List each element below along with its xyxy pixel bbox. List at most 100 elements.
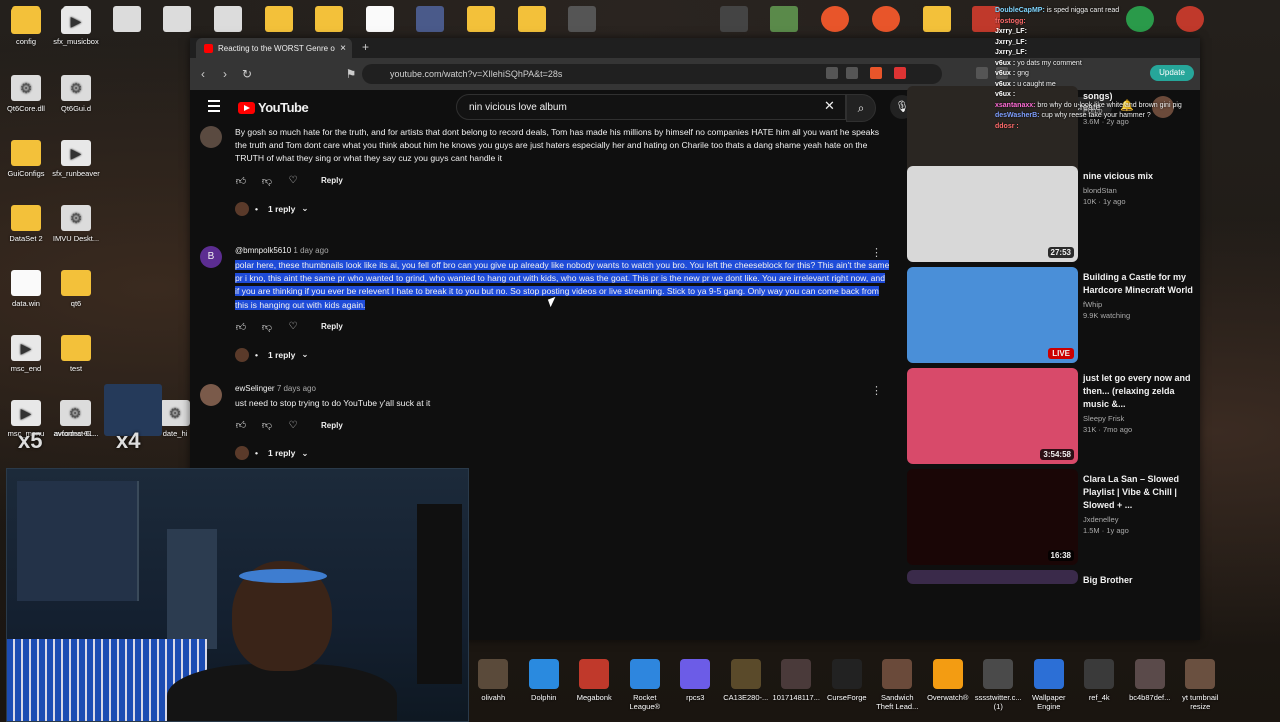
rewards-icon[interactable] xyxy=(894,67,906,79)
video-title[interactable]: nine vicious mix xyxy=(1083,170,1193,183)
view-replies-button[interactable]: • 1 reply ⌄ xyxy=(235,446,890,461)
video-title[interactable]: just let go every now and then... (relax… xyxy=(1083,372,1193,411)
desktop-icon[interactable]: config xyxy=(1,8,51,46)
back-icon[interactable]: ‹ xyxy=(192,67,214,81)
desktop-icon[interactable]: ▶ sfx_musicbox xyxy=(51,8,101,46)
desktop-icon[interactable]: data.win xyxy=(1,270,51,308)
channel-name[interactable]: fWhip xyxy=(1083,300,1193,309)
close-tab-icon[interactable]: × xyxy=(340,43,346,54)
avatar[interactable] xyxy=(200,384,222,406)
menu-icon[interactable] xyxy=(208,100,220,115)
desktop-app-shortcut[interactable]: sssstwitter.c... (1) xyxy=(973,656,1024,720)
desktop-app-shortcut[interactable]: Sandwich Theft Lead... xyxy=(872,656,923,720)
dll-icon[interactable] xyxy=(214,6,242,32)
dislike-icon[interactable]: 👎︎ xyxy=(261,419,273,431)
video-title[interactable]: Clara La San – Slowed Playlist | Vibe & … xyxy=(1083,473,1193,512)
folder-icon[interactable] xyxy=(923,6,951,32)
brave-shield-icon[interactable] xyxy=(870,67,882,79)
dislike-icon[interactable]: 👎︎ xyxy=(261,321,273,333)
youtube-logo[interactable]: YouTube xyxy=(238,100,309,115)
search-button[interactable]: ⌕ xyxy=(846,94,876,122)
desktop-icon[interactable]: GuiConfigs xyxy=(1,140,51,178)
desktop-icon[interactable]: ⚙ IMVU Deskt... xyxy=(51,205,101,243)
more-options-icon[interactable]: ⋮ xyxy=(871,384,882,397)
reply-button[interactable]: Reply xyxy=(321,322,343,331)
video-card[interactable]: 27:53 nine vicious mix blondStan 10K · 1y a… xyxy=(907,166,1197,267)
heart-icon[interactable]: ♡ xyxy=(287,175,299,186)
new-tab-icon[interactable]: + xyxy=(362,40,369,54)
channel-name[interactable]: blondStan xyxy=(1083,186,1193,195)
bookmark-icon[interactable]: ⚑ xyxy=(340,67,362,81)
reply-button[interactable]: Reply xyxy=(321,176,343,185)
desktop-icon[interactable]: DataSet 2 xyxy=(1,205,51,243)
channel-name[interactable]: Jxdenelley xyxy=(1083,515,1193,524)
browser-tab[interactable]: Reacting to the WORST Genre o × xyxy=(196,38,352,58)
video-title[interactable]: Big Brother xyxy=(1083,574,1193,587)
video-thumbnail[interactable]: 16:38 xyxy=(907,469,1078,565)
video-card[interactable]: LIVE Building a Castle for my Hardcore Mi… xyxy=(907,267,1197,368)
desktop-app-shortcut[interactable]: yt tumbnail resize xyxy=(1175,656,1226,720)
like-icon[interactable]: 👍︎ xyxy=(235,321,247,333)
brave-icon[interactable] xyxy=(821,6,849,32)
channel-name[interactable]: Sleepy Frisk xyxy=(1083,414,1193,423)
avatar[interactable] xyxy=(200,126,222,148)
desktop-app-shortcut[interactable]: Dolphin xyxy=(519,656,570,720)
dll-icon[interactable] xyxy=(163,6,191,32)
view-replies-button[interactable]: • 1 reply ⌄ xyxy=(235,347,890,362)
extension-icon[interactable] xyxy=(976,67,988,79)
desktop-app-shortcut[interactable]: Overwatch® xyxy=(923,656,974,720)
clear-search-icon[interactable]: ✕ xyxy=(824,98,835,114)
video-thumbnail[interactable]: LIVE xyxy=(907,267,1078,363)
share-icon[interactable] xyxy=(846,67,858,79)
desktop-app-shortcut[interactable]: CurseForge xyxy=(822,656,873,720)
game-icon[interactable] xyxy=(416,6,444,32)
frog-icon[interactable] xyxy=(770,6,798,32)
desktop-app-shortcut[interactable]: Megabonk xyxy=(569,656,620,720)
folder-icon[interactable] xyxy=(518,6,546,32)
desktop-app-shortcut[interactable]: Rocket League® xyxy=(620,656,671,720)
desktop-app-shortcut[interactable]: 1017148117... xyxy=(771,656,822,720)
forward-icon[interactable]: › xyxy=(214,67,236,81)
heart-icon[interactable]: ♡ xyxy=(287,321,299,332)
desktop-icon[interactable]: ▶ sfx_runbeaver xyxy=(51,140,101,178)
desktop-app-shortcut[interactable]: bc4b87def... xyxy=(1125,656,1176,720)
file-icon[interactable] xyxy=(366,6,394,32)
more-options-icon[interactable]: ⋮ xyxy=(871,246,882,259)
desktop-icon[interactable]: qt6 xyxy=(51,270,101,308)
video-card[interactable]: 3:54:58 just let go every now and then...… xyxy=(907,368,1197,469)
avatar[interactable]: B xyxy=(200,246,222,268)
cast-icon[interactable] xyxy=(826,67,838,79)
heart-icon[interactable]: ♡ xyxy=(287,420,299,431)
desktop-icon[interactable]: ⚙ avformat-6... xyxy=(50,400,100,438)
like-icon[interactable]: 👍︎ xyxy=(235,419,247,431)
desktop-icon[interactable]: ⚙ Qt6Gui.d xyxy=(51,75,101,113)
like-icon[interactable]: 👍︎ xyxy=(235,175,247,187)
reload-icon[interactable]: ↻ xyxy=(236,67,258,81)
folder-icon[interactable] xyxy=(467,6,495,32)
desktop-icon[interactable]: ⚙ Qt6Core.dll xyxy=(1,75,51,113)
dislike-icon[interactable]: 👎︎ xyxy=(261,175,273,187)
desktop-app-shortcut[interactable]: Wallpaper Engine xyxy=(1024,656,1075,720)
search-input[interactable]: nin vicious love album xyxy=(456,94,846,120)
image-icon[interactable] xyxy=(568,6,596,32)
folder-icon[interactable] xyxy=(315,6,343,32)
view-replies-button[interactable]: • 1 reply ⌄ xyxy=(235,201,890,216)
comment-author[interactable]: @bmnpolk5610 xyxy=(235,246,291,255)
video-title[interactable]: Building a Castle for my Hardcore Minecr… xyxy=(1083,271,1193,297)
desktop-app-shortcut[interactable]: olivahh xyxy=(468,656,519,720)
video-thumbnail[interactable]: 27:53 xyxy=(907,166,1078,262)
desktop-app-shortcut[interactable]: CA13E280-... xyxy=(721,656,772,720)
brave-icon[interactable] xyxy=(872,6,900,32)
video-card[interactable]: 16:38 Clara La San – Slowed Playlist | Vi… xyxy=(907,469,1197,570)
reply-button[interactable]: Reply xyxy=(321,421,343,430)
desktop-app-shortcut[interactable]: ref_4k xyxy=(1074,656,1125,720)
app-icon[interactable] xyxy=(720,6,748,32)
desktop-app-shortcut[interactable]: rpcs3 xyxy=(670,656,721,720)
desktop-icon[interactable]: test xyxy=(51,335,101,373)
folder-icon[interactable] xyxy=(265,6,293,32)
video-thumbnail[interactable] xyxy=(907,570,1078,584)
comment-author[interactable]: ewSelinger xyxy=(235,384,275,393)
desktop-icon[interactable]: ▶ msc_end xyxy=(1,335,51,373)
video-thumbnail[interactable]: 3:54:58 xyxy=(907,368,1078,464)
dll-icon[interactable] xyxy=(113,6,141,32)
